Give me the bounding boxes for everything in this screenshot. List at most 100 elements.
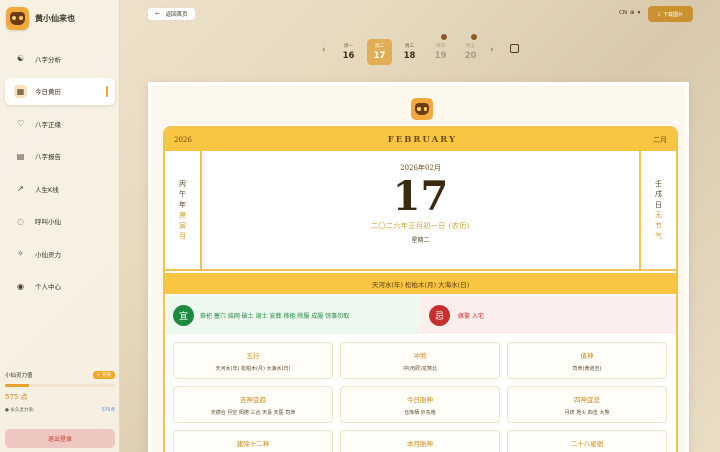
- permanent-energy-value[interactable]: 575点: [102, 407, 115, 413]
- ganzhi-char: 气: [655, 232, 662, 240]
- day-ganzhi-solar-term: 壬 戌 日 无 节 气: [639, 151, 676, 269]
- document-icon: ▤: [16, 151, 25, 161]
- day-name: 周五: [466, 44, 475, 49]
- sparkle-icon: ✧: [17, 249, 24, 258]
- day-date: 17: [373, 51, 386, 61]
- sidebar-item-label: 小仙灵力: [35, 250, 61, 259]
- yi-ji-row: 宜 祭祀 塞穴 结网 破土 谢土 安葬 移柩 除服 成服 馀事勿取 忌 嫁娶 入…: [165, 296, 676, 334]
- info-value: 天河水(年) 松柏木(月) 大海水(日): [215, 366, 291, 372]
- info-value: 月厌 地火 四击 大煞: [564, 410, 610, 416]
- sidebar-item-label: 八字正缘: [35, 120, 61, 129]
- calendar-month-cn: 二月: [653, 135, 667, 144]
- day-date: 16: [342, 51, 355, 61]
- sidebar: 黄小仙来也 ☯ 八字分析 ▦ 今日黄历 ♡ 八字正缘 ▤ 八字报告 ↗ 人生K线…: [0, 0, 120, 452]
- calendar-month-en: FEBRUARY: [387, 134, 458, 145]
- ganzhi-char: 午: [179, 190, 186, 198]
- sidebar-item-label: 八字分析: [35, 55, 61, 64]
- chevron-left-icon[interactable]: ‹: [322, 45, 326, 55]
- info-title: 值神: [580, 352, 594, 360]
- yi-text: 祭祀 塞穴 结网 破土 谢土 安葬 移柩 除服 成服 馀事勿取: [200, 312, 350, 320]
- yi-badge: 宜: [173, 304, 194, 326]
- day-name: 周四: [436, 44, 445, 49]
- info-box-xingsu: 二十八星宿: [507, 430, 667, 452]
- day-cell-fri[interactable]: 周五 20: [458, 34, 483, 65]
- sidebar-item-label: 个人中心: [35, 283, 61, 291]
- day-cell-wed[interactable]: 周三 18: [397, 39, 422, 65]
- back-home-button[interactable]: ← 返回首页: [147, 7, 196, 21]
- ganzhi-char: 戌: [655, 190, 662, 198]
- energy-progress: [5, 384, 115, 387]
- sidebar-item-label: 八字报告: [35, 153, 61, 161]
- energy-title: 小仙灵力值: [5, 373, 33, 379]
- card-logo: [411, 98, 433, 120]
- calendar-sheet: 2026 FEBRUARY 二月 丙 午 年 庚 寅 月 2026年02月 17…: [163, 126, 678, 452]
- year-month-ganzhi: 丙 午 年 庚 寅 月: [165, 151, 202, 269]
- info-box-jianchu: 建除十二神: [173, 430, 333, 452]
- nayin-bar: 天河水(年) 松柏木(月) 大海水(日): [165, 273, 676, 294]
- download-icon: ⤓: [657, 11, 661, 17]
- info-value: 天德合 月空 阳德 三合 天喜 天医 司命: [210, 410, 296, 416]
- day-cell-tue[interactable]: 周二 17: [367, 39, 392, 65]
- day-number: 17: [392, 173, 449, 220]
- sidebar-item-life-kline[interactable]: ↗ 人生K线: [5, 175, 115, 202]
- day-name: 周一: [344, 44, 353, 49]
- info-title: 五行: [246, 352, 260, 360]
- sidebar-item-label: 人生K线: [35, 185, 59, 194]
- back-home-label: 返回首页: [165, 12, 188, 18]
- info-box-jishen: 吉神宜趋 天德合 月空 阳德 三合 天喜 天医 司命: [173, 386, 333, 423]
- sidebar-item-label: 呼叫小仙: [35, 218, 61, 226]
- info-title: 本月胎神: [407, 440, 433, 448]
- heart-icon: ♡: [16, 119, 25, 128]
- day-date: 19: [434, 51, 447, 61]
- ganzhi-char: 日: [655, 200, 662, 209]
- download-image-button[interactable]: ⤓ 下载图片: [648, 6, 693, 22]
- language-switcher[interactable]: CN ⊕ ▾: [619, 10, 640, 16]
- info-title: 四神宜忌: [574, 396, 600, 404]
- info-title: 吉神宜趋: [240, 396, 266, 404]
- info-value: 仓库栖 外东南: [404, 410, 436, 416]
- calendar-icon: ▦: [14, 84, 27, 98]
- energy-value: 575 点: [5, 393, 28, 401]
- download-label: 下载图片: [663, 11, 684, 18]
- ganzhi-char: 节: [655, 221, 662, 230]
- info-box-sishen: 四神宜忌 月厌 地火 四击 大煞: [507, 386, 667, 423]
- chevron-right-icon[interactable]: ›: [490, 45, 494, 55]
- energy-progress-fill: [5, 384, 30, 387]
- day-cell-mon[interactable]: 周一 16: [336, 39, 361, 65]
- day-date: 18: [403, 51, 416, 61]
- ganzhi-char: 无: [655, 211, 662, 219]
- day-name: 周三: [405, 44, 414, 49]
- energy-panel: 小仙灵力值 + 充值 575 点 ● 永久灵力值: 575点: [5, 371, 115, 413]
- logout-button[interactable]: 退出登录: [5, 429, 115, 448]
- info-title: 冲煞: [413, 352, 427, 360]
- sidebar-item-xian-energy[interactable]: ✧ 小仙灵力: [5, 240, 115, 267]
- ganzhi-char: 年: [179, 200, 186, 209]
- calendar-picker-icon[interactable]: [510, 44, 519, 53]
- sidebar-item-label: 今日黄历: [35, 88, 61, 96]
- day-cell-thu[interactable]: 周四 19: [428, 34, 453, 65]
- brand[interactable]: 黄小仙来也: [6, 7, 75, 30]
- ganzhi-char: 壬: [655, 179, 662, 188]
- ganzhi-char: 寅: [179, 221, 186, 230]
- almanac-card: 2026 FEBRUARY 二月 丙 午 年 庚 寅 月 2026年02月 17…: [148, 82, 689, 452]
- sidebar-item-today-almanac[interactable]: ▦ 今日黄历: [5, 77, 115, 105]
- recharge-button[interactable]: + 充值: [92, 371, 115, 379]
- sidebar-item-bazi-match[interactable]: ♡ 八字正缘: [5, 110, 115, 137]
- info-title: 今日胎神: [407, 396, 433, 404]
- info-box-today-taishen: 今日胎神 仓库栖 外东南: [340, 386, 500, 423]
- mascot-icon: [471, 34, 477, 40]
- info-title: 二十八星宿: [570, 440, 604, 448]
- yi-panel: 宜 祭祀 塞穴 结网 破土 谢土 安葬 移柩 除服 成服 馀事勿取: [165, 296, 419, 334]
- mascot-icon: [441, 34, 447, 40]
- chat-icon: ◌: [17, 216, 24, 226]
- sidebar-item-profile[interactable]: ◉ 个人中心: [5, 273, 115, 300]
- info-box-wuxing: 五行 天河水(年) 松柏木(月) 大海水(日): [173, 342, 333, 379]
- sidebar-item-call-xian[interactable]: ◌ 呼叫小仙: [5, 208, 115, 235]
- info-box-chongsha: 冲煞 冲(丙辰)龙煞北: [340, 342, 500, 379]
- info-title: 建除十二神: [236, 440, 270, 448]
- sidebar-item-bazi-report[interactable]: ▤ 八字报告: [5, 143, 115, 170]
- lunar-date: 二〇二六年正月初一日 (农历): [370, 222, 471, 230]
- sidebar-item-bazi-analysis[interactable]: ☯ 八字分析: [5, 45, 115, 72]
- info-value: 冲(丙辰)龙煞北: [403, 366, 437, 372]
- active-indicator: [106, 85, 108, 97]
